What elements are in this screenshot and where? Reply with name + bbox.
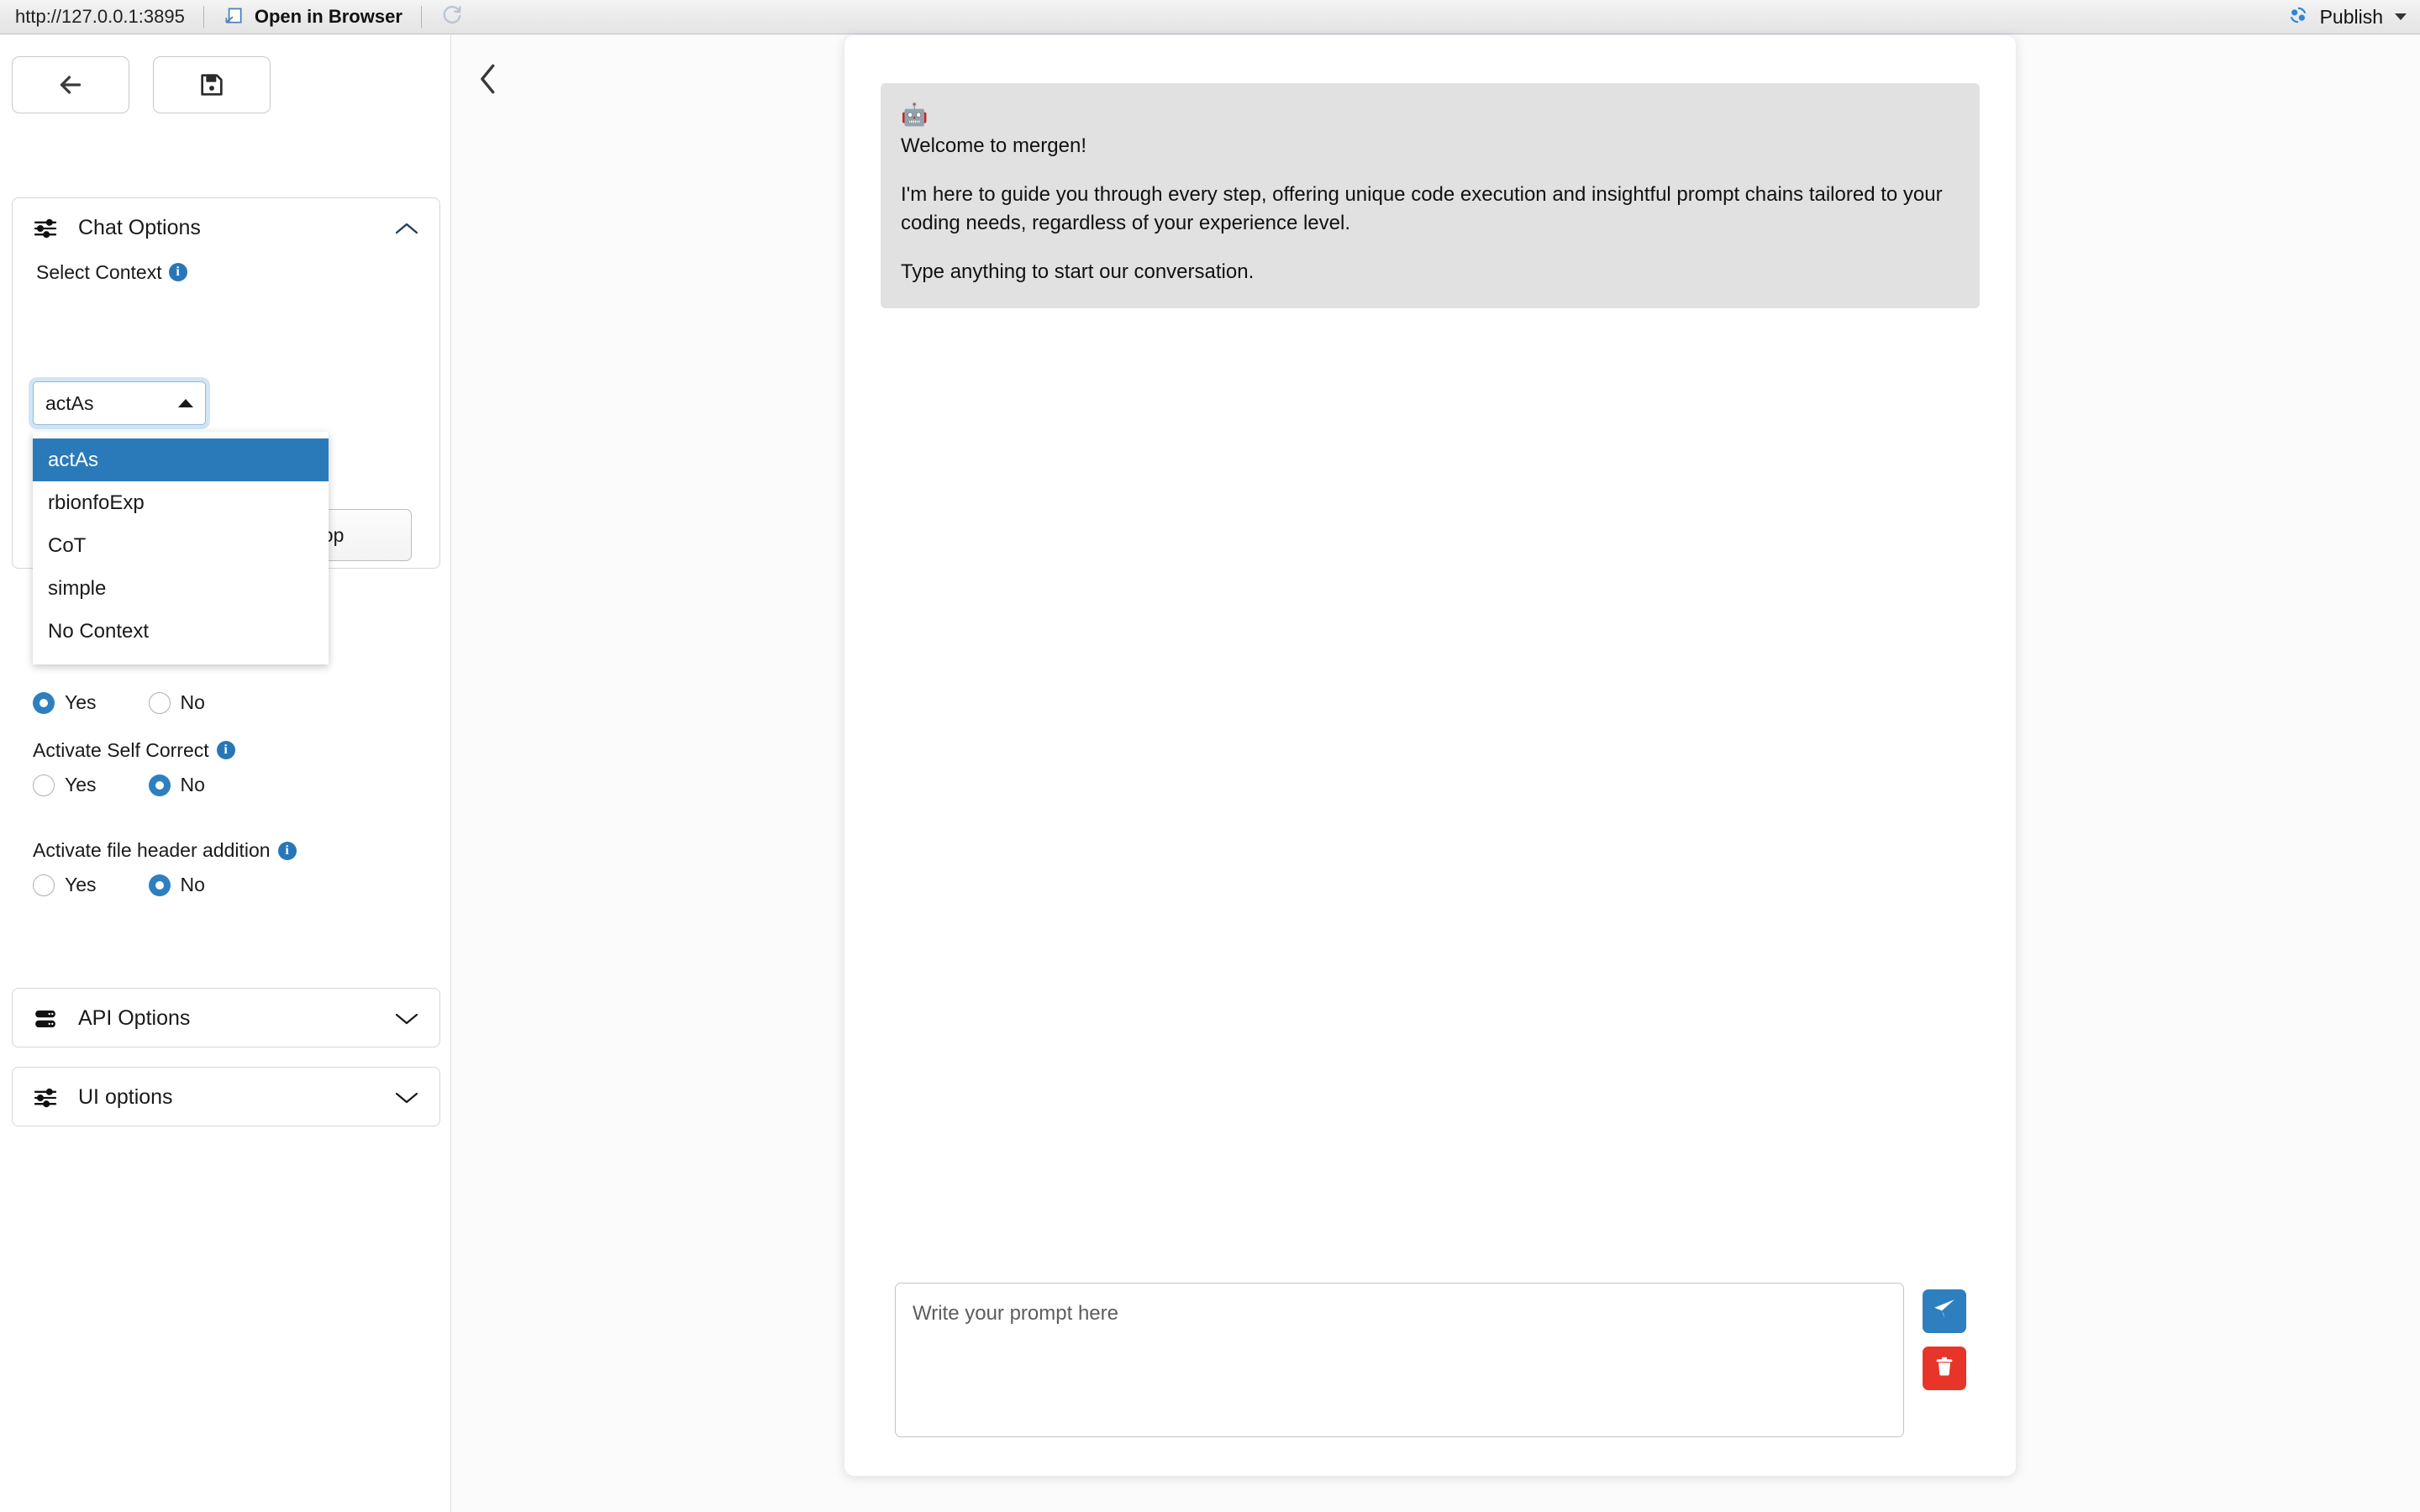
radio-indicator[interactable] bbox=[149, 692, 171, 714]
radio-group-activate-file-header: Activate file header addition i Yes No bbox=[33, 837, 386, 896]
activate-self-correct-label: Activate Self Correct i bbox=[33, 737, 235, 764]
option-label: No Context bbox=[48, 620, 149, 643]
toolbar-divider-2 bbox=[421, 6, 422, 28]
info-icon[interactable]: i bbox=[169, 263, 187, 281]
publish-label: Publish bbox=[2320, 6, 2383, 29]
chat-composer bbox=[895, 1283, 1966, 1437]
sliders-icon bbox=[33, 1088, 65, 1108]
radio-row: Yes No bbox=[33, 774, 235, 796]
activate-self-correct-label-text: Activate Self Correct bbox=[33, 737, 209, 764]
select-context-dropdown[interactable]: actAs rbionfoExp CoT simple No Context bbox=[33, 432, 329, 664]
browser-toolbar: http://127.0.0.1:3895 Open in Browser bbox=[0, 0, 2420, 34]
url-text: http://127.0.0.1:3895 bbox=[0, 6, 200, 28]
option-label: CoT bbox=[48, 534, 86, 558]
options-sidebar: Chat Options Select Context i Desktop ac… bbox=[0, 34, 451, 1512]
chevron-down-icon[interactable] bbox=[394, 1090, 419, 1105]
radio-label: Yes bbox=[65, 874, 97, 896]
radio-indicator[interactable] bbox=[33, 692, 55, 714]
radio-option-no[interactable]: No bbox=[149, 874, 205, 896]
collapse-sidebar-button[interactable] bbox=[466, 58, 511, 103]
assistant-message: 🤖 Welcome to mergen! I'm here to guide y… bbox=[881, 83, 1980, 308]
toolbar-divider bbox=[203, 6, 204, 28]
message-paragraph-2: I'm here to guide you through every step… bbox=[901, 181, 1960, 238]
clear-chat-button[interactable] bbox=[1923, 1347, 1966, 1390]
option-label: simple bbox=[48, 577, 106, 601]
floppy-save-icon bbox=[198, 71, 225, 98]
send-button[interactable] bbox=[1923, 1289, 1966, 1333]
ui-options-card: UI options bbox=[12, 1067, 440, 1126]
chat-options-header[interactable]: Chat Options bbox=[13, 198, 439, 258]
radio-label: No bbox=[181, 691, 205, 714]
server-icon bbox=[33, 1008, 65, 1030]
ui-options-title: UI options bbox=[78, 1085, 394, 1110]
radio-label: No bbox=[181, 774, 205, 796]
radio-indicator[interactable] bbox=[149, 874, 171, 896]
radio-option-yes[interactable]: Yes bbox=[33, 874, 97, 896]
radio-row: Yes No bbox=[33, 691, 205, 714]
api-options-title: API Options bbox=[78, 1006, 394, 1031]
robot-icon: 🤖 bbox=[901, 102, 1960, 127]
select-context-input[interactable]: actAs bbox=[33, 381, 206, 425]
trash-icon bbox=[1933, 1355, 1956, 1383]
option-actas[interactable]: actAs bbox=[33, 438, 329, 481]
publish-icon bbox=[2286, 3, 2310, 31]
refresh-icon bbox=[440, 3, 464, 31]
info-icon[interactable]: i bbox=[217, 741, 235, 759]
chevron-down-icon[interactable] bbox=[394, 1011, 419, 1026]
option-cot[interactable]: CoT bbox=[33, 524, 329, 567]
chevron-down-icon[interactable] bbox=[2395, 13, 2407, 20]
arrow-left-icon bbox=[55, 70, 86, 100]
option-no-context[interactable]: No Context bbox=[33, 610, 329, 653]
radio-group-hidden: Yes No bbox=[33, 681, 205, 714]
select-context-value: actAs bbox=[45, 392, 178, 415]
option-label: actAs bbox=[48, 449, 98, 472]
publish-button[interactable]: Publish bbox=[2273, 0, 2420, 34]
radio-label: Yes bbox=[65, 691, 97, 714]
sliders-icon bbox=[33, 218, 65, 239]
radio-option-yes[interactable]: Yes bbox=[33, 774, 97, 796]
option-simple[interactable]: simple bbox=[33, 567, 329, 610]
refresh-button[interactable] bbox=[425, 0, 479, 34]
option-rbionfoexp[interactable]: rbionfoExp bbox=[33, 481, 329, 524]
radio-group-activate-self-correct: Activate Self Correct i Yes No bbox=[33, 737, 235, 796]
sidebar-nav-buttons bbox=[12, 56, 271, 113]
radio-indicator[interactable] bbox=[149, 774, 171, 796]
radio-option-no[interactable]: No bbox=[149, 774, 205, 796]
save-button[interactable] bbox=[153, 56, 271, 113]
caret-up-icon[interactable] bbox=[178, 399, 193, 407]
activate-file-header-label: Activate file header addition i bbox=[33, 837, 377, 864]
info-icon[interactable]: i bbox=[278, 842, 297, 860]
select-context-control: actAs actAs rbionfoExp CoT simple No Con… bbox=[33, 381, 206, 425]
prompt-input[interactable] bbox=[895, 1283, 1904, 1437]
radio-indicator[interactable] bbox=[33, 774, 55, 796]
api-options-header[interactable]: API Options bbox=[13, 989, 439, 1048]
option-label: rbionfoExp bbox=[48, 491, 145, 515]
ui-options-header[interactable]: UI options bbox=[13, 1068, 439, 1127]
chat-pane: 🤖 Welcome to mergen! I'm here to guide y… bbox=[452, 34, 2420, 1512]
radio-label: Yes bbox=[65, 774, 97, 796]
message-paragraph-3: Type anything to start our conversation. bbox=[901, 258, 1960, 286]
chat-options-body: Select Context i bbox=[13, 258, 439, 305]
chat-card: 🤖 Welcome to mergen! I'm here to guide y… bbox=[844, 35, 2016, 1476]
radio-option-no[interactable]: No bbox=[149, 691, 205, 714]
radio-label: No bbox=[181, 874, 205, 896]
chevron-left-icon bbox=[474, 62, 502, 100]
chat-options-title: Chat Options bbox=[78, 216, 394, 240]
send-paper-plane-icon bbox=[1932, 1297, 1957, 1326]
radio-row: Yes No bbox=[33, 874, 386, 896]
select-context-label-text: Select Context bbox=[36, 258, 162, 286]
chevron-up-icon[interactable] bbox=[394, 221, 419, 236]
open-external-icon bbox=[223, 4, 245, 30]
open-in-browser-label: Open in Browser bbox=[255, 6, 402, 28]
open-in-browser-button[interactable]: Open in Browser bbox=[208, 0, 418, 34]
radio-option-yes[interactable]: Yes bbox=[33, 691, 97, 714]
composer-actions bbox=[1923, 1283, 1966, 1437]
radio-indicator[interactable] bbox=[33, 874, 55, 896]
message-paragraph-1: Welcome to mergen! bbox=[901, 132, 1960, 160]
api-options-card: API Options bbox=[12, 988, 440, 1047]
back-button[interactable] bbox=[12, 56, 129, 113]
select-context-label: Select Context i bbox=[36, 258, 416, 286]
activate-file-header-label-text: Activate file header addition bbox=[33, 837, 271, 864]
